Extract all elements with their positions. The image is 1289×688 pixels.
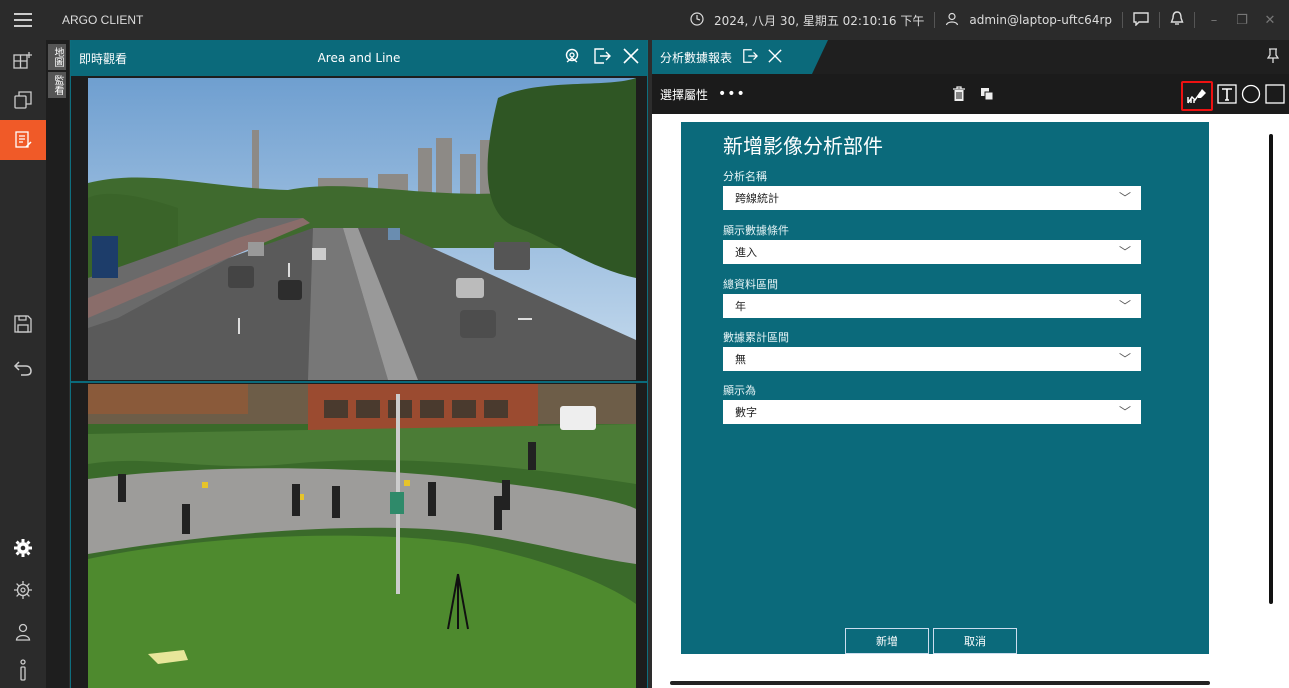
- app-title: ARGO CLIENT: [62, 13, 144, 27]
- gear-outline-icon: [14, 581, 32, 599]
- chart-add-icon: [1187, 89, 1206, 104]
- vertical-scroll-thumb[interactable]: [1269, 134, 1273, 604]
- horizontal-scroll-thumb[interactable]: [670, 681, 1210, 685]
- vertical-tab-monitor[interactable]: 監看: [48, 72, 66, 98]
- pin-icon[interactable]: [1266, 48, 1280, 68]
- info-icon: [20, 659, 26, 681]
- report-canvas: 新增影像分析部件 分析名稱 跨線統計 ﹀ 顯示數據條件 進入 ﹀ 總資料區間 年…: [652, 114, 1289, 688]
- datetime-text: 2024, 八月 30, 星期五 02:10:16 下午: [713, 13, 925, 28]
- settings-button[interactable]: [0, 528, 46, 568]
- display-condition-select[interactable]: 進入 ﹀: [723, 240, 1141, 264]
- undo-button[interactable]: [0, 348, 46, 388]
- total-interval-value: 年: [735, 300, 746, 313]
- gear-filled-icon: [14, 539, 32, 557]
- report-toolbar: 選擇屬性 •••: [652, 74, 1289, 114]
- minimize-icon[interactable]: –: [1205, 13, 1223, 28]
- separator: [934, 12, 936, 28]
- window-copy-button[interactable]: [0, 80, 46, 120]
- form-title: 新增影像分析部件: [723, 134, 883, 158]
- clock-icon: [690, 11, 704, 29]
- vertical-tab-map[interactable]: 地圖: [48, 44, 66, 70]
- circle-tool-icon[interactable]: [1241, 84, 1261, 108]
- app-window: ARGO CLIENT 2024, 八月 30, 星期五 02:10:16 下午…: [0, 0, 1289, 688]
- more-options-icon[interactable]: •••: [718, 86, 746, 102]
- copy-icon[interactable]: [980, 86, 994, 106]
- chevron-down-icon: ﹀: [1118, 299, 1131, 313]
- field-label-total-interval: 總資料區間: [723, 278, 778, 291]
- horizontal-scrollbar[interactable]: [652, 676, 1289, 688]
- field-label-display-as: 顯示為: [723, 384, 756, 397]
- close-window-icon[interactable]: ✕: [1261, 13, 1279, 28]
- close-icon[interactable]: [623, 48, 639, 68]
- field-label-analysis-name: 分析名稱: [723, 170, 767, 183]
- window-copy-icon: [14, 91, 32, 109]
- tab-analysis-report[interactable]: 分析數據報表: [652, 40, 828, 74]
- save-button[interactable]: [0, 304, 46, 344]
- popout-icon[interactable]: [742, 48, 759, 67]
- campus-camera-image: [88, 384, 636, 688]
- separator: [1194, 12, 1195, 28]
- rectangle-tool-icon[interactable]: [1265, 84, 1285, 108]
- display-as-select[interactable]: 數字 ﹀: [723, 400, 1141, 424]
- add-button[interactable]: 新增: [845, 628, 929, 654]
- title-right: 2024, 八月 30, 星期五 02:10:16 下午 admin@lapto…: [690, 0, 1279, 40]
- layout-name: Area and Line: [317, 51, 401, 65]
- separator: [1122, 12, 1123, 28]
- vertical-tab-strip: 地圖 監看: [46, 40, 69, 688]
- vertical-scrollbar[interactable]: [1269, 124, 1275, 624]
- chevron-down-icon: ﹀: [1118, 405, 1131, 419]
- trash-icon[interactable]: [952, 86, 966, 106]
- separator: [1159, 12, 1160, 28]
- report-edit-icon: [15, 131, 32, 148]
- report-button[interactable]: [0, 120, 46, 160]
- bell-icon[interactable]: [1170, 11, 1184, 29]
- chevron-down-icon: ﹀: [1118, 191, 1131, 205]
- ptz-icon[interactable]: [563, 47, 581, 69]
- add-chart-widget-button[interactable]: [1181, 81, 1213, 111]
- add-layout-button[interactable]: [0, 40, 46, 80]
- camera-divider: [71, 381, 647, 383]
- restore-icon[interactable]: ❐: [1233, 13, 1251, 28]
- live-view-title: 即時觀看: [79, 51, 128, 66]
- total-interval-select[interactable]: 年 ﹀: [723, 294, 1141, 318]
- user-button[interactable]: [0, 612, 46, 652]
- left-sidebar: [0, 40, 46, 688]
- add-widget-form: 新增影像分析部件 分析名稱 跨線統計 ﹀ 顯示數據條件 進入 ﹀ 總資料區間 年…: [681, 122, 1209, 654]
- user-name[interactable]: admin@laptop-uftc64rp: [969, 13, 1112, 27]
- live-view-panel: 即時觀看 Area and Line: [70, 40, 648, 688]
- cancel-button[interactable]: 取消: [933, 628, 1017, 654]
- save-icon: [14, 315, 32, 333]
- advanced-settings-button[interactable]: [0, 570, 46, 610]
- chevron-down-icon: ﹀: [1118, 245, 1131, 259]
- highway-camera-image: [88, 78, 636, 380]
- camera-view-campus[interactable]: [88, 384, 636, 688]
- close-icon[interactable]: [768, 48, 782, 66]
- undo-icon: [13, 361, 32, 376]
- accumulation-interval-value: 無: [735, 353, 746, 366]
- display-condition-value: 進入: [735, 246, 757, 259]
- accumulation-interval-select[interactable]: 無 ﹀: [723, 347, 1141, 371]
- camera-view-highway[interactable]: [88, 78, 636, 380]
- title-bar: ARGO CLIENT 2024, 八月 30, 星期五 02:10:16 下午…: [0, 0, 1289, 40]
- display-as-value: 數字: [735, 406, 757, 419]
- report-panel: 分析數據報表 選擇屬性 ••• 新增影像分析部件 分析名稱 跨線統計 ﹀ 顯示數…: [652, 40, 1289, 688]
- menu-icon[interactable]: [0, 0, 46, 40]
- add-layout-icon: [13, 52, 32, 69]
- chevron-down-icon: ﹀: [1118, 352, 1131, 366]
- field-label-display-condition: 顯示數據條件: [723, 224, 789, 237]
- text-tool-icon[interactable]: [1217, 84, 1237, 108]
- report-tab-title: 分析數據報表: [660, 50, 733, 65]
- user-icon: [945, 12, 959, 29]
- live-view-header: 即時觀看 Area and Line: [71, 40, 647, 76]
- analysis-name-select[interactable]: 跨線統計 ﹀: [723, 186, 1141, 210]
- popout-icon[interactable]: [593, 47, 611, 69]
- user-icon: [15, 623, 31, 641]
- analysis-name-value: 跨線統計: [735, 192, 779, 205]
- select-attributes-label[interactable]: 選擇屬性: [660, 86, 708, 103]
- field-label-accumulation-interval: 數據累計區間: [723, 331, 789, 344]
- chat-icon[interactable]: [1133, 11, 1149, 29]
- info-button[interactable]: [0, 650, 46, 688]
